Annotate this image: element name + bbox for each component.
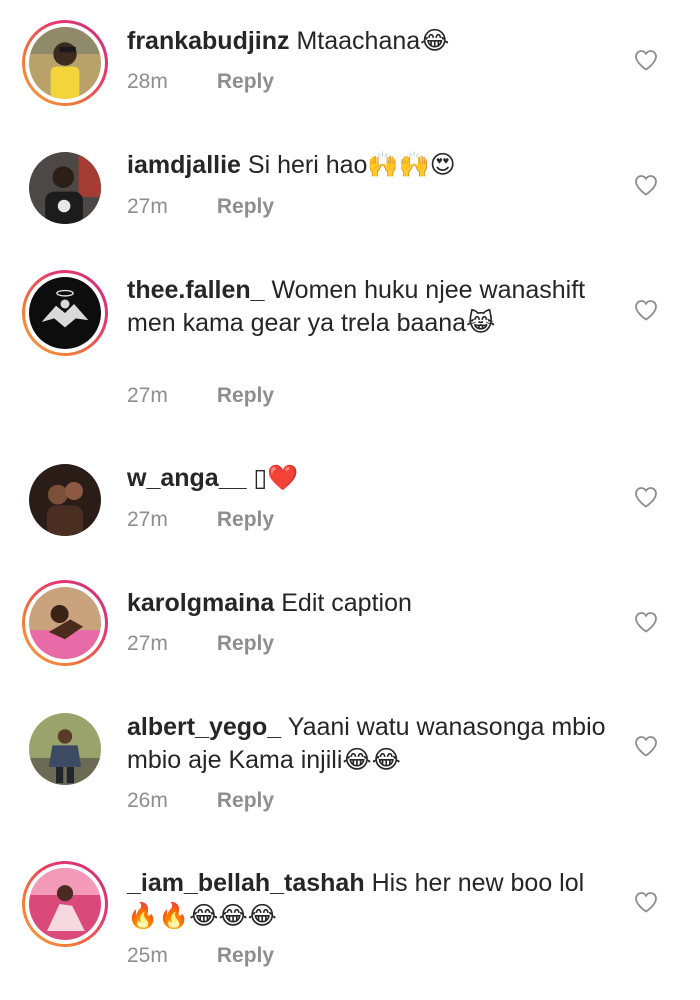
- comment-text: Edit caption: [281, 589, 412, 617]
- comment-text: ▯❤️: [253, 464, 299, 492]
- avatar-story-ring[interactable]: [22, 270, 108, 356]
- reply-button[interactable]: Reply: [217, 70, 274, 93]
- avatar: [29, 27, 101, 99]
- comment-time: 27m: [127, 384, 168, 407]
- heart-outline-icon[interactable]: [634, 174, 658, 196]
- heart-outline-icon[interactable]: [634, 49, 658, 71]
- comment-text: Mtaachana😂: [296, 27, 450, 55]
- comment-text: Si heri hao🙌🙌😍: [247, 151, 456, 179]
- avatar-story-ring[interactable]: [22, 861, 108, 947]
- comment-time: 28m: [127, 70, 168, 93]
- comment-time: 25m: [127, 944, 168, 967]
- avatar: [29, 464, 101, 536]
- comment-username[interactable]: albert_yego_: [127, 713, 281, 741]
- reply-button[interactable]: Reply: [217, 789, 274, 812]
- comment-time: 27m: [127, 508, 168, 531]
- reply-button[interactable]: Reply: [217, 195, 274, 218]
- avatar: [29, 868, 101, 940]
- comment-username[interactable]: iamdjallie: [127, 151, 241, 179]
- heart-outline-icon[interactable]: [634, 611, 658, 633]
- heart-outline-icon[interactable]: [634, 891, 658, 913]
- reply-button[interactable]: Reply: [217, 508, 274, 531]
- avatar-frame[interactable]: [22, 457, 108, 543]
- reply-button[interactable]: Reply: [217, 944, 274, 967]
- avatar: [29, 587, 101, 659]
- heart-outline-icon[interactable]: [634, 735, 658, 757]
- avatar: [29, 152, 101, 224]
- comment-username[interactable]: thee.fallen_: [127, 276, 265, 304]
- comment-time: 27m: [127, 632, 168, 655]
- comment-username[interactable]: w_anga__: [127, 464, 247, 492]
- reply-button[interactable]: Reply: [217, 384, 274, 407]
- comment-time: 26m: [127, 789, 168, 812]
- avatar-frame[interactable]: [22, 706, 108, 792]
- comment-time: 27m: [127, 195, 168, 218]
- avatar: [29, 277, 101, 349]
- reply-button[interactable]: Reply: [217, 632, 274, 655]
- heart-outline-icon[interactable]: [634, 486, 658, 508]
- comment-username[interactable]: _iam_bellah_tashah: [127, 869, 365, 897]
- avatar: [29, 713, 101, 785]
- comment-username[interactable]: frankabudjinz: [127, 27, 290, 55]
- heart-outline-icon[interactable]: [634, 299, 658, 321]
- avatar-story-ring[interactable]: [22, 580, 108, 666]
- comment-username[interactable]: karolgmaina: [127, 589, 274, 617]
- avatar-frame[interactable]: [22, 145, 108, 231]
- avatar-story-ring[interactable]: [22, 20, 108, 106]
